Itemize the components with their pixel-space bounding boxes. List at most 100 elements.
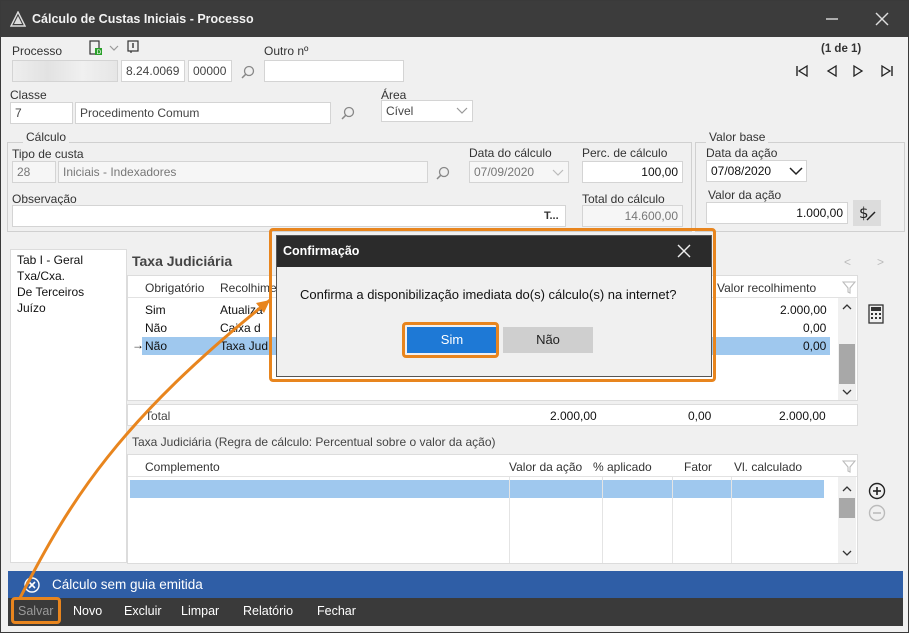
search-icon[interactable] <box>240 64 256 80</box>
taxa-prev-arrow[interactable]: < <box>844 255 851 269</box>
processo-year-field[interactable]: 8.24.0069 <box>121 60 185 82</box>
column-header[interactable]: % aplicado <box>593 460 652 474</box>
custa-tables-list[interactable]: Tab I - Geral Txa/Cxa. De Terceiros Juíz… <box>10 249 127 563</box>
row-obrigatorio: Sim <box>145 303 166 317</box>
currency-calc-button[interactable]: $ <box>853 200 881 226</box>
table-row-selected[interactable] <box>130 480 824 498</box>
calculator-icon[interactable] <box>867 304 885 324</box>
column-divider <box>731 477 732 563</box>
fechar-button[interactable]: Fechar <box>317 604 356 618</box>
filter-icon[interactable] <box>842 280 856 294</box>
limpar-button[interactable]: Limpar <box>181 604 219 618</box>
list-item[interactable]: De Terceiros <box>17 285 84 299</box>
note-icon[interactable] <box>126 40 140 54</box>
excluir-button[interactable]: Excluir <box>124 604 162 618</box>
area-select-value: Cível <box>386 104 414 118</box>
app-logo-icon <box>10 11 26 27</box>
valor-base-group-label: Valor base <box>706 130 769 144</box>
window-title: Cálculo de Custas Iniciais - Processo <box>32 12 254 26</box>
money-edit-icon: $ <box>859 204 876 222</box>
area-select[interactable]: Cível <box>381 100 473 122</box>
data-calculo-label: Data do cálculo <box>469 146 552 160</box>
valor-acao-field[interactable]: 1.000,00 <box>706 202 848 224</box>
status-text: Cálculo sem guia emitida <box>52 577 203 592</box>
column-header[interactable]: Valor da ação <box>509 460 582 474</box>
column-header[interactable]: Complemento <box>145 460 220 474</box>
status-bar: Cálculo sem guia emitida <box>8 571 903 598</box>
regra-caption: Taxa Judiciária (Regra de cálculo: Perce… <box>132 435 496 449</box>
data-calculo-field[interactable]: 07/09/2020 <box>469 161 569 183</box>
total-value-3: 2.000,00 <box>779 409 826 423</box>
bottom-toolbar: Salvar Novo Excluir Limpar Relatório Fec… <box>8 598 903 626</box>
regra-grid[interactable]: Complemento Valor da ação % aplicado Fat… <box>127 454 858 564</box>
row-obrigatorio: Não <box>145 339 168 353</box>
total-calculo-label: Total do cálculo <box>582 192 665 206</box>
tipo-custa-name-field[interactable]: Iniciais - Indexadores <box>58 161 428 183</box>
tipo-custa-code-field[interactable]: 28 <box>12 161 56 183</box>
scroll-up-icon[interactable] <box>842 485 852 493</box>
scroll-thumb[interactable] <box>839 344 855 384</box>
processo-number-field[interactable] <box>12 60 118 82</box>
classe-label: Classe <box>10 88 47 102</box>
column-header[interactable]: Valor recolhimento <box>717 281 816 295</box>
search-icon[interactable] <box>340 105 356 121</box>
scroll-thumb[interactable] <box>839 498 855 518</box>
column-header[interactable]: Fator <box>684 460 712 474</box>
list-item[interactable]: Tab I - Geral <box>17 253 83 267</box>
scroll-down-icon[interactable] <box>842 549 852 557</box>
classe-name-field[interactable]: Procedimento Comum <box>75 102 331 124</box>
vertical-scrollbar[interactable] <box>838 298 856 400</box>
perc-calculo-field[interactable]: 100,00 <box>582 161 683 183</box>
last-record-icon[interactable] <box>879 63 895 79</box>
document-new-icon[interactable]: D <box>87 40 103 56</box>
dialog-highlight <box>269 228 716 382</box>
relatorio-button[interactable]: Relatório <box>243 604 293 618</box>
taxa-next-arrow[interactable]: > <box>877 255 884 269</box>
valor-acao-label: Valor da ação <box>708 188 782 202</box>
salvar-highlight <box>11 597 61 624</box>
classe-code-field[interactable]: 7 <box>10 102 73 124</box>
filter-icon[interactable] <box>842 459 856 473</box>
scroll-up-icon[interactable] <box>842 303 852 311</box>
error-circle-icon <box>24 577 40 593</box>
total-label: Total <box>145 409 171 423</box>
column-header[interactable]: Obrigatório <box>145 281 204 295</box>
row-recolhimento: Atualiza <box>220 303 263 317</box>
column-divider <box>509 477 510 563</box>
novo-button[interactable]: Novo <box>73 604 102 618</box>
row-recolhimento: Caixa d <box>220 321 261 335</box>
column-header[interactable]: Vl. calculado <box>734 460 802 474</box>
row-obrigatorio: Não <box>145 321 168 335</box>
yes-button-highlight <box>402 322 499 358</box>
data-acao-field[interactable]: 07/08/2020 <box>706 160 807 182</box>
observacao-field[interactable] <box>12 205 566 227</box>
search-icon[interactable] <box>435 165 451 181</box>
vertical-scrollbar[interactable] <box>838 477 856 563</box>
title-bar: Cálculo de Custas Iniciais - Processo <box>1 1 908 37</box>
remove-icon[interactable] <box>868 504 886 522</box>
total-calculo-field[interactable]: 14.600,00 <box>582 205 683 227</box>
outro-field[interactable] <box>264 60 404 82</box>
chevron-down-icon[interactable] <box>789 166 803 177</box>
observacao-text-button[interactable]: T... <box>544 210 559 222</box>
first-record-icon[interactable] <box>794 63 810 79</box>
perc-calculo-label: Perc. de cálculo <box>582 146 668 160</box>
minimize-icon[interactable] <box>824 11 840 27</box>
chevron-down-icon[interactable] <box>456 106 468 116</box>
observacao-label: Observação <box>12 192 77 206</box>
add-icon[interactable] <box>868 482 886 500</box>
total-value-1: 2.000,00 <box>550 409 597 423</box>
chevron-down-icon[interactable] <box>109 43 119 53</box>
scroll-down-icon[interactable] <box>842 388 852 396</box>
previous-record-icon[interactable] <box>824 63 840 79</box>
chevron-down-icon[interactable] <box>552 168 564 178</box>
next-record-icon[interactable] <box>850 63 866 79</box>
list-item[interactable]: Txa/Cxa. <box>17 269 65 283</box>
list-item[interactable]: Juízo <box>17 301 46 315</box>
row-valor: 0,00 <box>803 321 827 335</box>
row-valor: 2.000,00 <box>780 303 827 317</box>
taxa-totals-row: Total 2.000,00 0,00 2.000,00 <box>127 404 858 426</box>
row-recolhimento: Taxa Jud <box>220 339 269 353</box>
close-icon[interactable] <box>874 11 890 27</box>
processo-origin-field[interactable]: 00000 <box>188 60 232 82</box>
